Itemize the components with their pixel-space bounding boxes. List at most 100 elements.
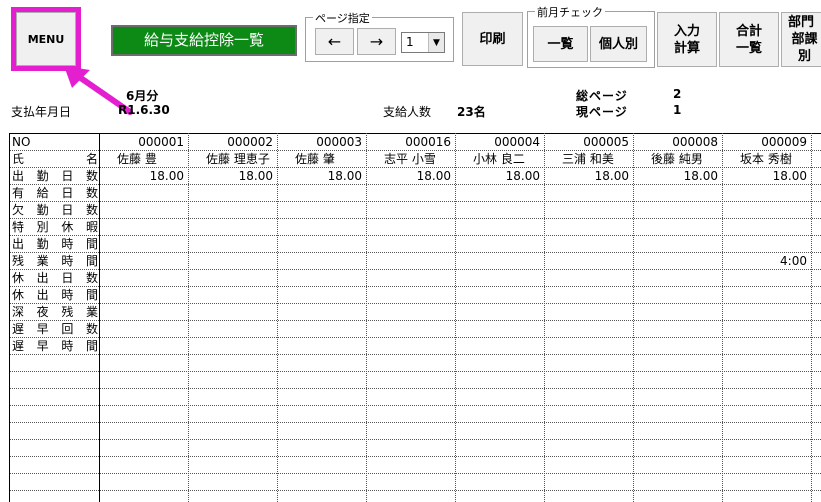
table-cell: [101, 338, 184, 354]
grid-column-line: [722, 133, 723, 502]
next-page-button[interactable]: →: [357, 28, 396, 55]
table-cell: [101, 287, 184, 303]
table-cell: [546, 236, 629, 252]
input-calc-button[interactable]: 入力 計算: [657, 12, 717, 67]
row-label: 欠勤日数: [12, 202, 98, 218]
table-cell: [101, 185, 184, 201]
row-label-char: 数: [85, 186, 98, 200]
table-cell: 18.00: [149, 169, 184, 183]
row-label: 出勤時間: [12, 236, 98, 252]
table-cell: [546, 287, 629, 303]
arrow-left-icon: ←: [327, 32, 342, 51]
row-label-char: 深: [12, 305, 25, 319]
chevron-down-icon[interactable]: ▼: [428, 33, 444, 52]
table-cell: [190, 236, 273, 252]
table-cell: [724, 219, 807, 235]
grid-row-line: [9, 439, 821, 440]
table-cell: [190, 321, 273, 337]
table-cell: [546, 219, 629, 235]
grid-column-line: [188, 133, 189, 502]
grid-row-line: [9, 388, 821, 389]
table-cell: [457, 304, 540, 320]
print-button[interactable]: 印刷: [462, 12, 523, 66]
table-cell: [635, 219, 718, 235]
table-cell: [368, 338, 451, 354]
total-list-button[interactable]: 合計 一覧: [719, 12, 779, 67]
table-cell: [190, 185, 273, 201]
row-label-char: 日: [61, 186, 74, 200]
payroll-list-button[interactable]: 給与支給控除一覧: [111, 25, 297, 56]
paid-count-value: 23名: [457, 105, 486, 119]
current-page-value: 1: [673, 103, 682, 117]
table-cell: [101, 202, 184, 218]
table-cell: [190, 219, 273, 235]
grid-row-line: [9, 405, 821, 406]
table-cell: [368, 236, 451, 252]
table-cell: [190, 304, 273, 320]
table-cell: 18.00: [683, 169, 718, 183]
table-cell: [635, 270, 718, 286]
table-cell: [190, 287, 273, 303]
table-cell: 18.00: [594, 169, 629, 183]
row-label: 出勤日数: [12, 168, 98, 184]
table-cell: [546, 185, 629, 201]
table-cell: [368, 253, 451, 269]
row-label-char: 残: [12, 254, 25, 268]
table-cell: [635, 338, 718, 354]
employee-no: 000004: [494, 135, 540, 149]
table-cell: [368, 287, 451, 303]
table-cell: 18.00: [327, 169, 362, 183]
row-label: 遅早時間: [12, 338, 98, 354]
employee-name: 佐藤 肇: [295, 152, 335, 166]
table-cell: [190, 338, 273, 354]
row-label-char: 業: [36, 254, 49, 268]
grid-column-line: [455, 133, 456, 502]
page-select[interactable]: 1 ▼: [401, 32, 445, 53]
row-label-char: 勤: [36, 203, 49, 217]
table-cell: 4:00: [780, 254, 807, 268]
employee-no: 000009: [761, 135, 807, 149]
table-cell: [368, 304, 451, 320]
prev-month-individual-button[interactable]: 個人別: [590, 26, 647, 62]
row-label-char: 時: [61, 339, 74, 353]
table-cell: [724, 202, 807, 218]
row-label-char: 遅: [12, 339, 25, 353]
table-cell: [279, 270, 362, 286]
row-label: 有給日数: [12, 185, 98, 201]
employee-no: 000001: [138, 135, 184, 149]
no-header-label: NO: [12, 135, 31, 149]
employee-name: 三浦 和美: [562, 152, 614, 166]
table-cell: [190, 270, 273, 286]
row-label-char: 出: [12, 237, 25, 251]
row-label: 残業時間: [12, 253, 98, 269]
row-label-char: 有: [12, 186, 25, 200]
row-label-char: 特: [12, 220, 25, 234]
row-label-char: 時: [61, 254, 74, 268]
row-label-char: 日: [61, 271, 74, 285]
grid-row-line: [9, 490, 821, 491]
menu-button[interactable]: MENU: [16, 12, 76, 66]
employee-no: 000005: [583, 135, 629, 149]
table-cell: [101, 270, 184, 286]
employee-no: 000002: [227, 135, 273, 149]
row-label-char: 遅: [12, 322, 25, 336]
row-label-char: 出: [12, 169, 25, 183]
name-header-part: 名: [85, 152, 98, 166]
employee-name: 佐藤 豊: [117, 152, 157, 166]
table-cell: [635, 321, 718, 337]
prev-month-list-button[interactable]: 一覧: [533, 26, 588, 62]
row-label: 休出日数: [12, 270, 98, 286]
grid-row-line: [9, 473, 821, 474]
row-label-char: 休: [12, 271, 25, 285]
table-cell: [368, 185, 451, 201]
table-cell: [457, 321, 540, 337]
row-label-char: 回: [61, 322, 74, 336]
row-label-char: 日: [61, 203, 74, 217]
table-cell: [724, 321, 807, 337]
table-cell: [457, 236, 540, 252]
row-label-char: 休: [12, 288, 25, 302]
department-button[interactable]: 部門 部課別: [781, 12, 821, 67]
prev-page-button[interactable]: ←: [315, 28, 354, 55]
table-cell: [724, 270, 807, 286]
table-cell: [546, 321, 629, 337]
